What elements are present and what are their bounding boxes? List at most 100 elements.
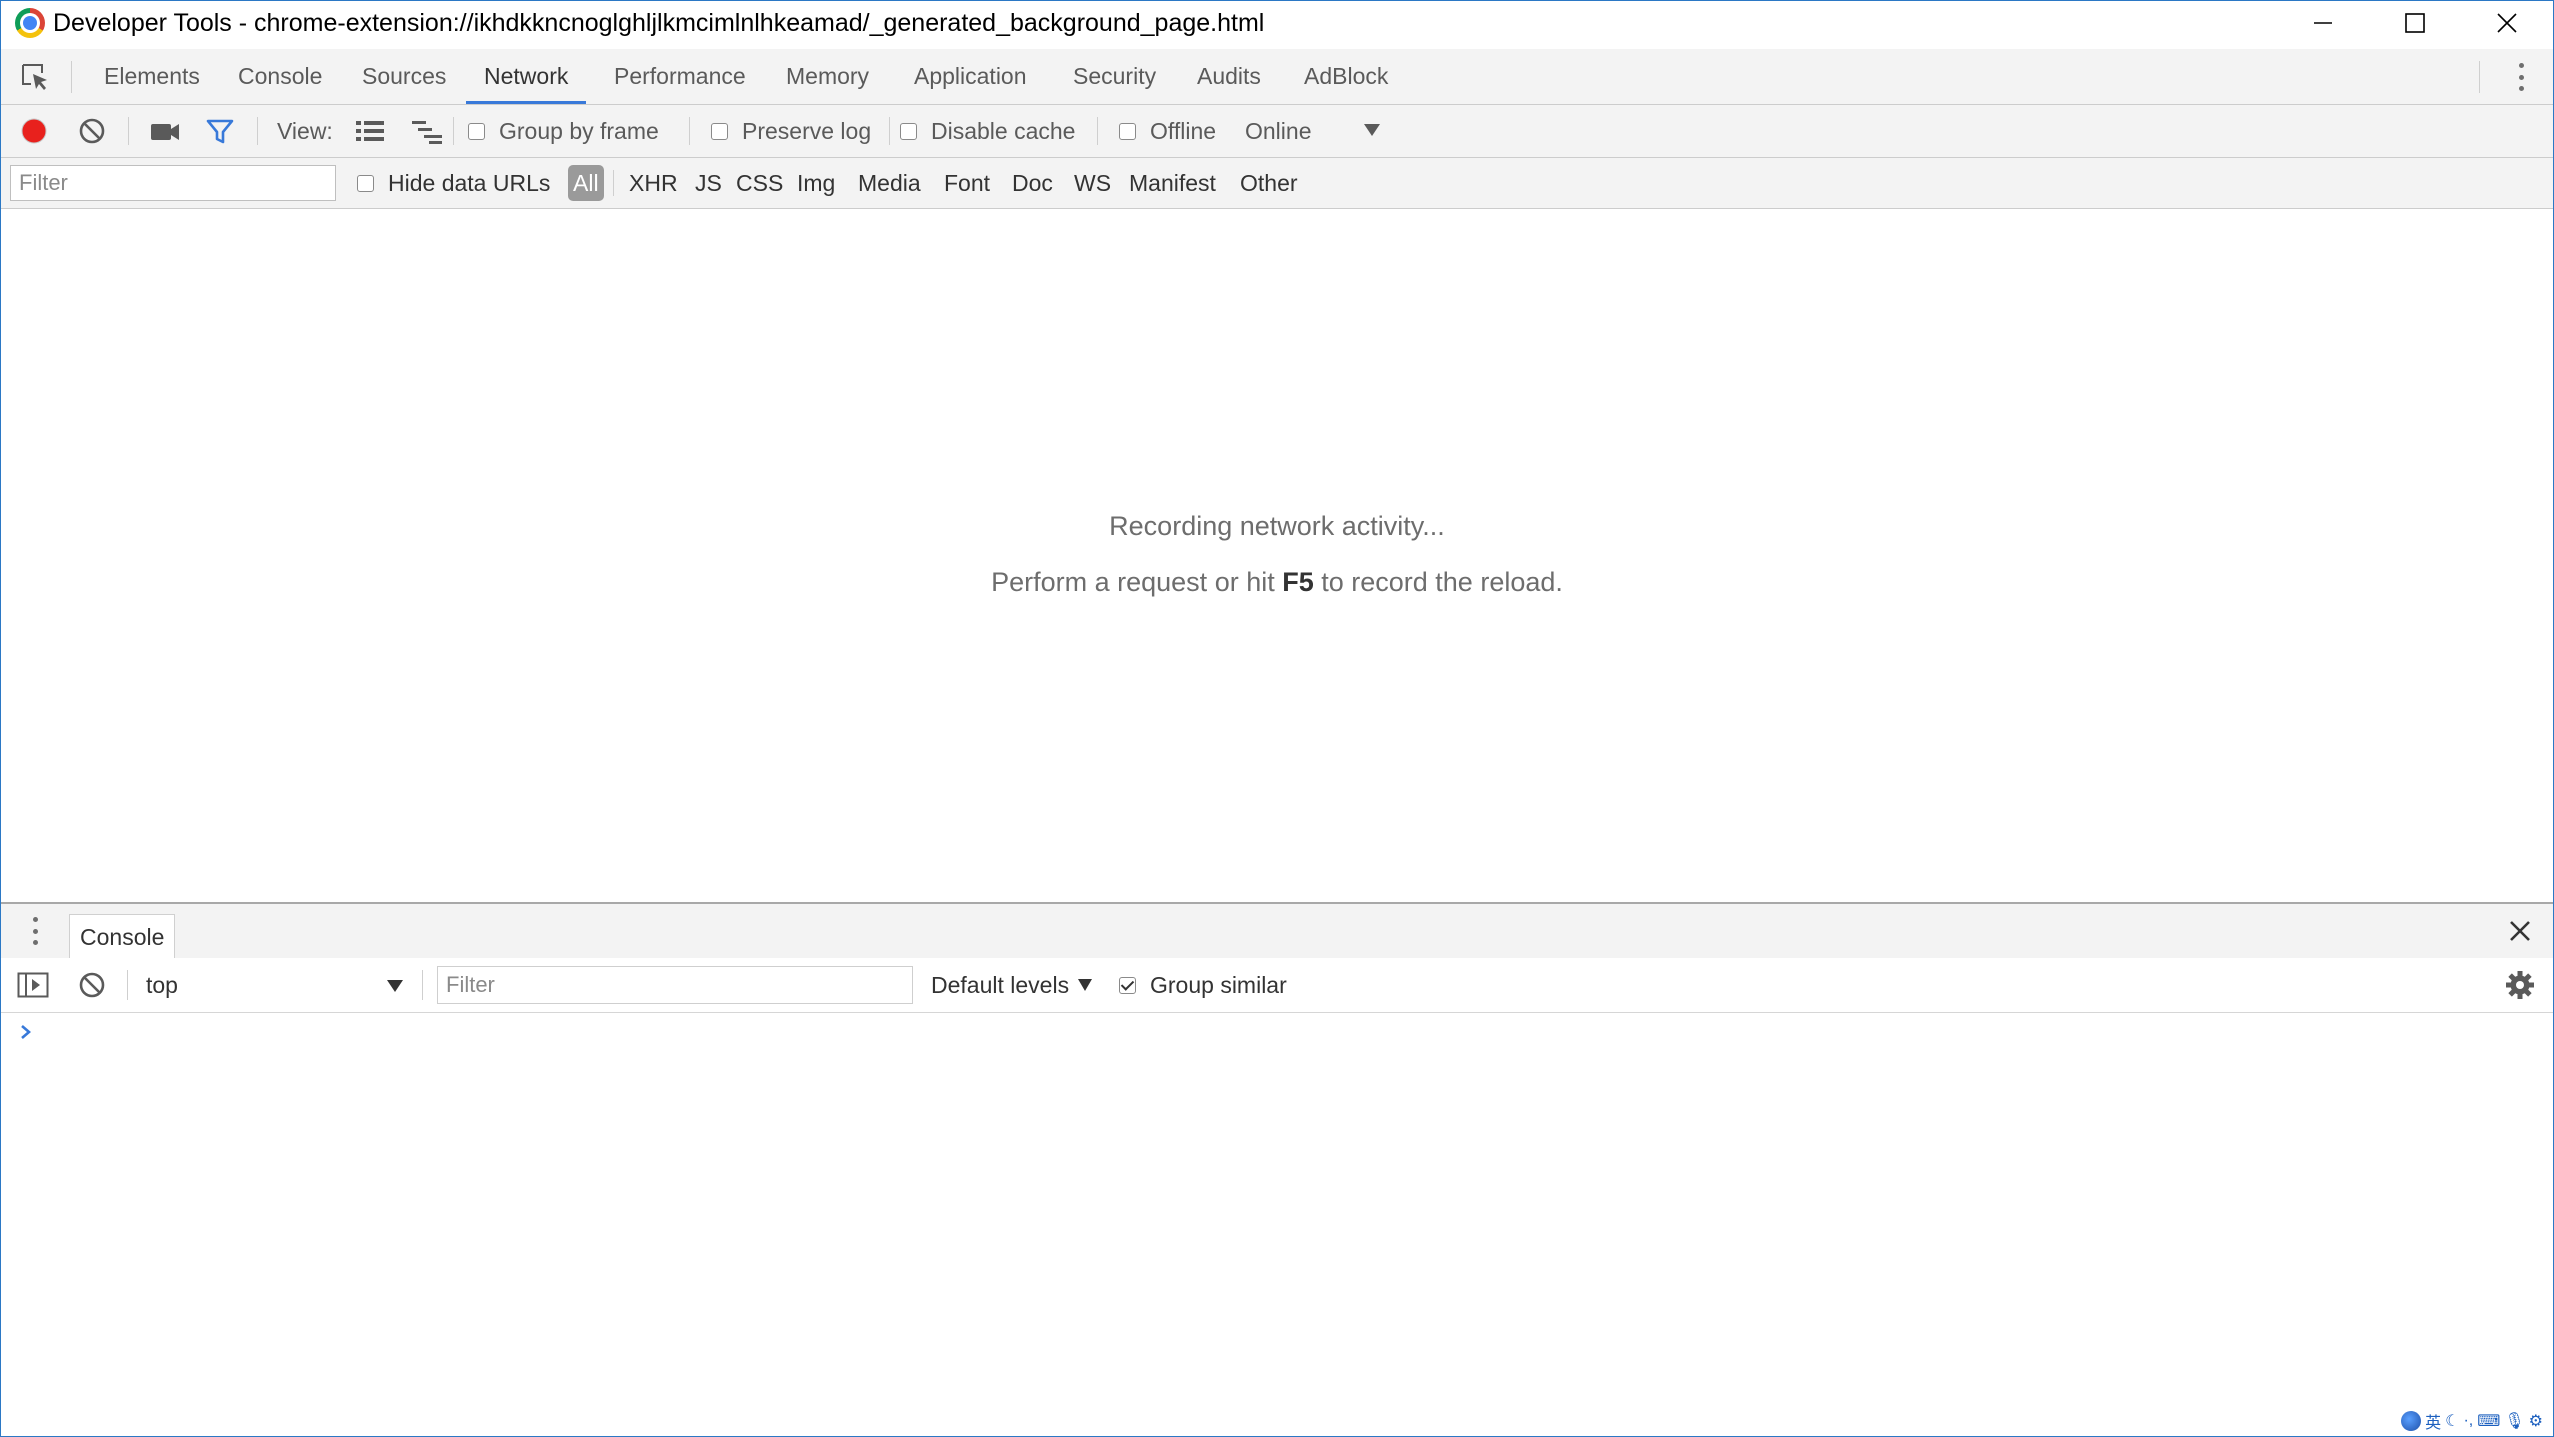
group-by-frame-checkbox[interactable]: Group by frame xyxy=(468,105,659,157)
type-filter-manifest[interactable]: Manifest xyxy=(1129,158,1216,208)
record-button[interactable] xyxy=(19,105,49,157)
devtools-window: Developer Tools - chrome-extension://ikh… xyxy=(0,0,2554,1437)
log-levels-label: Default levels xyxy=(931,971,1070,998)
checkbox-box xyxy=(1119,976,1136,994)
type-filter-ws[interactable]: WS xyxy=(1074,158,1111,208)
view-label: View: xyxy=(277,117,333,144)
filter-toggle-button[interactable] xyxy=(205,105,235,157)
toolbar-divider xyxy=(128,117,129,145)
console-prompt[interactable] xyxy=(19,1023,33,1046)
tab-console[interactable]: Console xyxy=(238,49,322,104)
type-filter-all[interactable]: All xyxy=(568,165,604,201)
console-sidebar-toggle[interactable] xyxy=(17,958,49,1012)
toolbar-divider xyxy=(127,970,128,1000)
maximize-button[interactable] xyxy=(2369,1,2461,45)
drawer-header: Console xyxy=(1,902,2553,960)
hide-data-urls-label: Hide data URLs xyxy=(388,169,551,196)
network-filter-input[interactable]: Filter xyxy=(10,165,336,201)
record-icon xyxy=(21,118,47,144)
console-settings-button[interactable] xyxy=(2505,970,2535,1000)
ime-settings-icon[interactable]: ⚙ xyxy=(2529,1411,2543,1431)
tab-application[interactable]: Application xyxy=(914,49,1027,104)
log-levels-select[interactable]: Default levels xyxy=(931,958,1093,1012)
chevron-down-icon xyxy=(387,980,403,992)
ime-microphone-icon[interactable]: 🎙 xyxy=(2504,1411,2524,1431)
kebab-dot xyxy=(32,940,38,945)
minimize-button[interactable] xyxy=(2277,1,2369,45)
ime-language-label[interactable]: 英 xyxy=(2425,1409,2441,1433)
hide-data-urls-checkbox[interactable]: Hide data URLs xyxy=(357,158,550,208)
context-value: top xyxy=(146,971,178,998)
type-filter-css[interactable]: CSS xyxy=(736,158,783,208)
type-filter-img[interactable]: Img xyxy=(797,158,835,208)
overview-view-button[interactable] xyxy=(411,105,443,157)
toolbar-divider xyxy=(71,61,72,93)
video-camera-icon xyxy=(151,124,179,140)
checkbox-box xyxy=(357,174,374,192)
kebab-dot xyxy=(2518,63,2524,68)
checkbox-box xyxy=(711,122,728,140)
offline-checkbox[interactable]: Offline xyxy=(1119,105,1216,157)
type-filter-xhr[interactable]: XHR xyxy=(629,158,678,208)
close-icon xyxy=(2497,13,2517,33)
tab-elements[interactable]: Elements xyxy=(104,49,200,104)
inspect-element-button[interactable] xyxy=(19,61,51,93)
tab-audits[interactable]: Audits xyxy=(1197,49,1261,104)
preserve-log-label: Preserve log xyxy=(742,117,872,144)
kebab-dot xyxy=(32,917,38,922)
type-filter-doc[interactable]: Doc xyxy=(1012,158,1053,208)
title-bar: Developer Tools - chrome-extension://ikh… xyxy=(1,1,2553,45)
toolbar-divider xyxy=(2479,61,2480,93)
tab-sources[interactable]: Sources xyxy=(362,49,446,104)
group-similar-label: Group similar xyxy=(1150,971,1287,998)
chrome-logo-icon xyxy=(15,8,45,38)
gear-icon xyxy=(2506,971,2534,999)
console-filter-input[interactable]: Filter xyxy=(437,966,913,1004)
tab-security[interactable]: Security xyxy=(1073,49,1156,104)
execution-context-select[interactable]: top xyxy=(146,958,406,1012)
close-drawer-button[interactable] xyxy=(2507,918,2533,944)
drawer-menu-button[interactable] xyxy=(30,917,40,945)
panel-tab-strip: Elements Console Sources Network Perform… xyxy=(1,49,2553,105)
tab-memory[interactable]: Memory xyxy=(786,49,869,104)
tab-performance[interactable]: Performance xyxy=(614,49,746,104)
kebab-dot xyxy=(32,928,38,934)
type-filter-js[interactable]: JS xyxy=(695,158,722,208)
clear-button[interactable] xyxy=(77,105,107,157)
preserve-log-checkbox[interactable]: Preserve log xyxy=(711,105,871,157)
ime-moon-icon[interactable]: ☾ xyxy=(2445,1411,2459,1431)
customize-menu-button[interactable] xyxy=(2516,63,2526,91)
ime-keyboard-icon[interactable]: ⌨ xyxy=(2477,1411,2500,1431)
list-view-icon xyxy=(356,121,384,141)
ime-punctuation-icon[interactable]: ·, xyxy=(2463,1412,2473,1430)
ime-globe-icon[interactable] xyxy=(2401,1411,2422,1431)
minimize-icon xyxy=(2314,22,2332,24)
ime-tray: 英 ☾ ·, ⌨ 🎙 ⚙ xyxy=(2401,1410,2543,1432)
type-filter-font[interactable]: Font xyxy=(944,158,990,208)
tab-network[interactable]: Network xyxy=(465,49,587,104)
reload-hint-before: Perform a request or hit xyxy=(991,567,1283,597)
disable-cache-checkbox[interactable]: Disable cache xyxy=(900,105,1075,157)
waterfall-icon xyxy=(412,121,442,144)
close-window-button[interactable] xyxy=(2461,1,2553,45)
throttling-value: Online xyxy=(1245,117,1312,144)
type-filter-media[interactable]: Media xyxy=(858,158,921,208)
tab-adblock[interactable]: AdBlock xyxy=(1304,49,1388,104)
toolbar-divider xyxy=(889,117,890,145)
network-toolbar: View: Group by frame Preserve log Disabl… xyxy=(1,105,2553,158)
kebab-dot xyxy=(2518,74,2524,80)
close-icon xyxy=(2510,921,2530,941)
group-by-frame-label: Group by frame xyxy=(499,117,659,144)
throttling-select[interactable]: Online xyxy=(1245,105,1391,157)
clear-console-button[interactable] xyxy=(77,958,107,1012)
large-rows-view-button[interactable] xyxy=(355,105,385,157)
capture-screenshots-button[interactable] xyxy=(149,105,181,157)
group-similar-checkbox[interactable]: Group similar xyxy=(1119,958,1287,1012)
checkbox-box xyxy=(1119,122,1136,140)
chevron-down-icon xyxy=(1078,979,1093,991)
window-title: Developer Tools - chrome-extension://ikh… xyxy=(53,8,1265,37)
type-filter-other[interactable]: Other xyxy=(1240,158,1298,208)
drawer-tab-console[interactable]: Console xyxy=(69,914,176,960)
toolbar-divider xyxy=(689,117,690,145)
recording-message: Recording network activity... xyxy=(1109,511,1445,541)
